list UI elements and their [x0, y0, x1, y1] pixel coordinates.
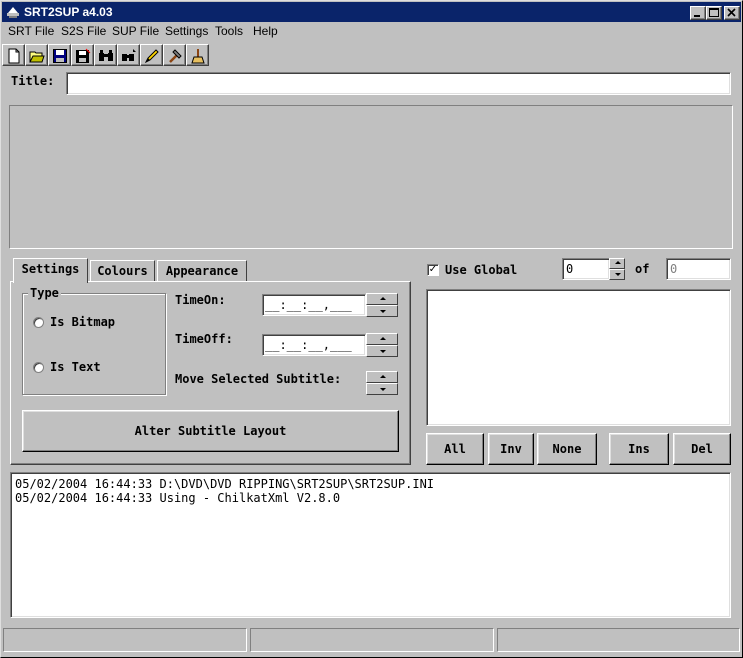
time-off-input[interactable]: __:__:__,___ [262, 334, 366, 356]
index-down-button[interactable] [609, 269, 625, 280]
invert-selection-button[interactable]: Inv [488, 433, 534, 465]
time-on-input[interactable]: __:__:__,___ [262, 294, 366, 316]
new-file-icon[interactable] [2, 44, 25, 66]
menu-help[interactable]: Help [253, 24, 278, 38]
is-text-label[interactable]: Is Text [50, 360, 101, 374]
menu-s2s-file[interactable]: S2S File [61, 24, 106, 38]
save-icon[interactable] [48, 44, 71, 66]
tab-colours[interactable]: Colours [90, 260, 155, 282]
pencil-icon[interactable] [140, 44, 163, 66]
time-off-label: TimeOff: [175, 332, 233, 346]
type-group-label: Type [28, 286, 61, 300]
move-subtitle-spinner[interactable] [366, 371, 398, 395]
minimize-button[interactable] [690, 6, 706, 20]
time-off-down-button[interactable] [366, 345, 398, 357]
save-all-icon[interactable] [71, 44, 94, 66]
move-subtitle-label: Move Selected Subtitle: [175, 372, 342, 386]
active-tab-gap [14, 281, 87, 283]
title-input[interactable] [66, 72, 731, 95]
preview-area [9, 105, 733, 249]
menu-bar: SRT File S2S File SUP File Settings Tool… [2, 22, 741, 41]
insert-button[interactable]: Ins [609, 433, 669, 465]
log-line: 05/02/2004 16:44:33 D:\DVD\DVD RIPPING\S… [15, 477, 435, 491]
of-label: of [635, 262, 650, 276]
subtitle-list[interactable] [426, 289, 731, 426]
time-on-up-button[interactable] [366, 293, 398, 305]
tab-appearance[interactable]: Appearance [157, 260, 247, 282]
status-panel-1 [3, 628, 247, 652]
menu-srt-file[interactable]: SRT File [8, 24, 54, 38]
subtitle-index-spinner[interactable] [609, 258, 625, 280]
window-title: SRT2SUP a4.03 [24, 5, 113, 19]
time-on-spinner[interactable] [366, 293, 398, 317]
title-bar[interactable]: SRT2SUP a4.03 [2, 2, 741, 22]
open-folder-icon[interactable] [25, 44, 48, 66]
title-label: Title: [11, 74, 55, 88]
binoculars-icon[interactable] [94, 44, 117, 66]
menu-sup-file[interactable]: SUP File [112, 24, 159, 38]
select-none-button[interactable]: None [537, 433, 597, 465]
toolbar [2, 44, 741, 68]
close-button[interactable] [724, 6, 740, 20]
is-bitmap-radio[interactable] [33, 317, 44, 328]
time-on-down-button[interactable] [366, 305, 398, 317]
status-panel-2 [250, 628, 494, 652]
app-icon [5, 4, 21, 20]
maximize-button[interactable] [706, 6, 722, 20]
status-panel-3 [497, 628, 740, 652]
move-up-button[interactable] [366, 371, 398, 383]
is-text-radio[interactable] [33, 362, 44, 373]
time-off-spinner[interactable] [366, 333, 398, 357]
select-all-button[interactable]: All [426, 433, 484, 465]
is-bitmap-label[interactable]: Is Bitmap [50, 315, 115, 329]
use-global-label[interactable]: Use Global [445, 263, 517, 277]
log-area[interactable]: 05/02/2004 16:44:33 D:\DVD\DVD RIPPING\S… [10, 472, 731, 618]
alter-subtitle-layout-button[interactable]: Alter Subtitle Layout [22, 410, 399, 452]
find-next-icon[interactable] [117, 44, 140, 66]
subtitle-total-field: 0 [666, 258, 731, 280]
broom-icon[interactable] [186, 44, 209, 66]
hammer-icon[interactable] [163, 44, 186, 66]
use-global-checkbox[interactable]: ✓ [427, 264, 439, 276]
time-off-up-button[interactable] [366, 333, 398, 345]
type-groupbox [22, 293, 166, 395]
time-on-label: TimeOn: [175, 293, 226, 307]
delete-button[interactable]: Del [673, 433, 731, 465]
tab-settings[interactable]: Settings [13, 258, 88, 283]
log-line: 05/02/2004 16:44:33 Using - ChilkatXml V… [15, 491, 341, 505]
move-down-button[interactable] [366, 383, 398, 395]
subtitle-index-input[interactable]: 0 [562, 258, 610, 280]
menu-tools[interactable]: Tools [215, 24, 243, 38]
index-up-button[interactable] [609, 258, 625, 269]
menu-settings[interactable]: Settings [165, 24, 208, 38]
